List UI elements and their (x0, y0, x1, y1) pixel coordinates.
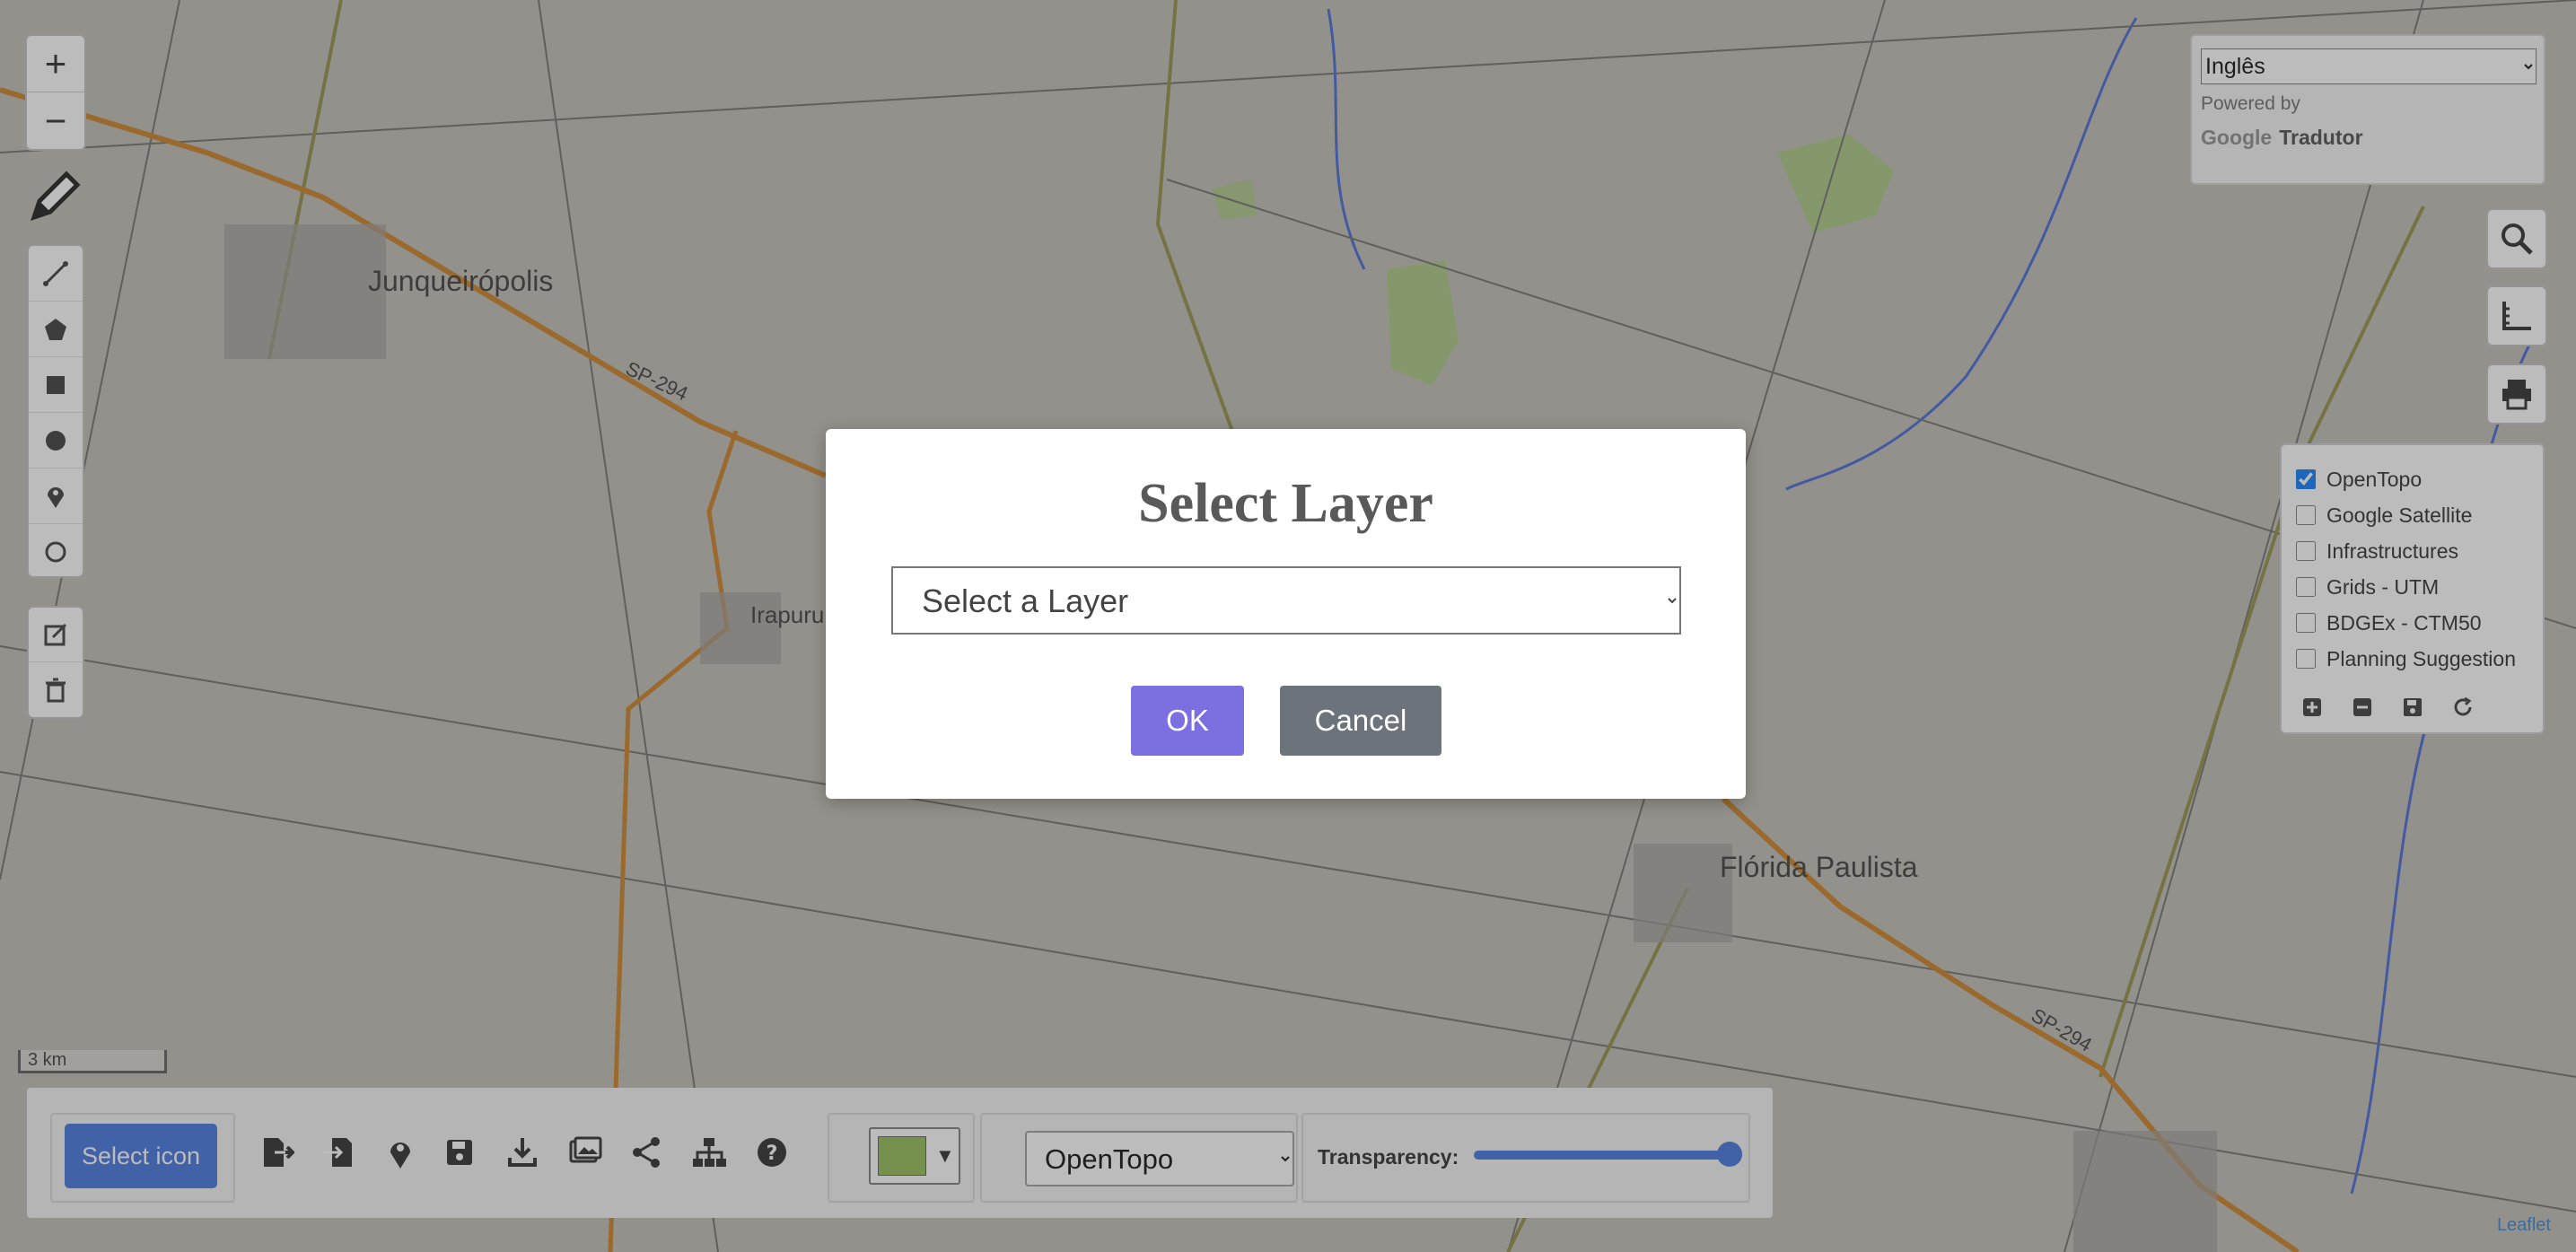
layer-select[interactable]: Select a Layer (891, 566, 1681, 635)
select-layer-dialog: Select Layer Select a Layer OK Cancel (826, 429, 1746, 799)
cancel-button[interactable]: Cancel (1280, 686, 1441, 756)
ok-button[interactable]: OK (1131, 686, 1244, 756)
dialog-title: Select Layer (1138, 473, 1433, 534)
